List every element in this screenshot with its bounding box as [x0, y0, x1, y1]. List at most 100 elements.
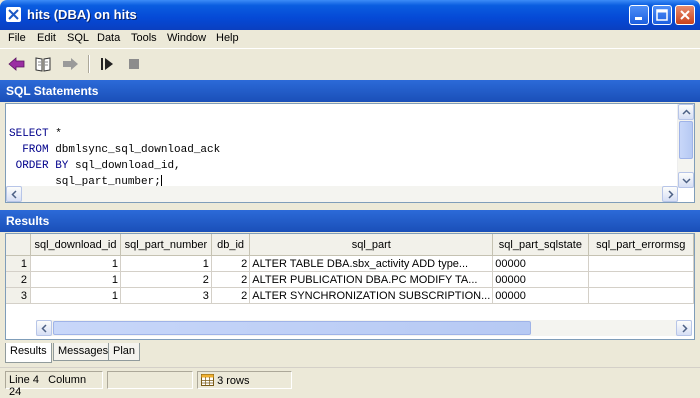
table-cell[interactable]	[588, 271, 694, 288]
chevron-left-icon	[41, 324, 47, 333]
scroll-up-button[interactable]	[678, 104, 694, 120]
column-header[interactable]: sql_download_id	[30, 234, 121, 256]
table-cell[interactable]: 2	[211, 255, 251, 272]
table-cell[interactable]: 1	[120, 255, 212, 272]
table-row[interactable]: 1 1 1 2 ALTER TABLE DBA.sbx_activity ADD…	[6, 255, 694, 272]
window-title: hits (DBA) on hits	[27, 7, 137, 22]
row-count-pane: 3 rows	[197, 371, 292, 389]
cursor-position: Line 4 Column 24	[5, 371, 103, 398]
menu-data[interactable]: Data	[97, 32, 120, 44]
chevron-down-icon	[682, 178, 691, 184]
results-scroll-left-button[interactable]	[36, 320, 52, 336]
minimize-button[interactable]	[629, 5, 649, 25]
menu-window[interactable]: Window	[167, 32, 206, 44]
sql-statements-header: SQL Statements	[0, 80, 700, 102]
table-row[interactable]: 2 1 2 2 ALTER PUBLICATION DBA.PC MODIFY …	[6, 271, 694, 288]
close-button[interactable]	[675, 5, 695, 25]
sql-editor[interactable]: SELECT * FROM dbmlsync_sql_download_ack …	[5, 103, 695, 203]
table-cell[interactable]: 2	[211, 271, 251, 288]
sql-vertical-scrollbar[interactable]	[677, 104, 694, 188]
close-icon	[680, 10, 690, 20]
maximize-button[interactable]	[652, 5, 672, 25]
vertical-scroll-thumb[interactable]	[679, 121, 693, 159]
sql-line-3: ORDER BY sql_download_id,	[9, 160, 181, 172]
table-cell[interactable]: 1	[30, 255, 121, 272]
status-line: Line 4	[9, 374, 39, 386]
results-horizontal-scrollbar[interactable]	[36, 320, 692, 336]
row-number-header	[6, 234, 31, 256]
table-cell[interactable]: 3	[120, 287, 212, 304]
results-title: Results	[6, 214, 50, 228]
toolbar	[0, 48, 700, 79]
menu-bar: File Edit SQL Data Tools Window Help	[0, 30, 700, 48]
row-number[interactable]: 1	[6, 255, 31, 272]
sql-line-2: FROM dbmlsync_sql_download_ack	[9, 144, 220, 156]
menu-sql[interactable]: SQL	[67, 32, 89, 44]
column-header[interactable]: sql_part_sqlstate	[492, 234, 589, 256]
scroll-down-button[interactable]	[678, 172, 694, 188]
table-cell[interactable]: 2	[211, 287, 251, 304]
sql-line-1: SELECT *	[9, 128, 62, 140]
table-cell[interactable]	[588, 255, 694, 272]
title-bar: hits (DBA) on hits	[0, 0, 700, 30]
book-icon[interactable]	[33, 54, 53, 74]
row-number[interactable]: 2	[6, 271, 31, 288]
back-arrow-icon[interactable]	[7, 54, 27, 74]
results-header: Results	[0, 210, 700, 232]
grid-icon	[201, 374, 214, 386]
table-cell[interactable]: 00000	[492, 255, 589, 272]
column-header[interactable]: sql_part	[249, 234, 494, 256]
table-cell[interactable]: 1	[30, 287, 121, 304]
app-icon	[6, 7, 21, 22]
table-cell[interactable]	[588, 287, 694, 304]
column-header[interactable]: sql_part_errormsg	[588, 234, 694, 256]
horizontal-scroll-thumb[interactable]	[53, 321, 531, 335]
sql-statements-title: SQL Statements	[6, 84, 99, 98]
table-cell[interactable]: ALTER SYNCHRONIZATION SUBSCRIPTION...	[249, 287, 494, 304]
sql-text: sql_download_id,	[68, 160, 181, 172]
scroll-left-button[interactable]	[6, 186, 22, 202]
table-cell[interactable]: 2	[120, 271, 212, 288]
stop-icon[interactable]	[124, 54, 144, 74]
results-scroll-right-button[interactable]	[676, 320, 692, 336]
sql-keyword: SELECT	[9, 128, 49, 140]
sql-code[interactable]: SELECT * FROM dbmlsync_sql_download_ack …	[9, 110, 220, 190]
tab-results[interactable]: Results	[5, 343, 52, 363]
chevron-right-icon	[668, 190, 674, 199]
scroll-right-button[interactable]	[662, 186, 678, 202]
menu-help[interactable]: Help	[216, 32, 239, 44]
status-empty-pane	[107, 371, 193, 389]
sql-keyword: FROM	[9, 144, 49, 156]
tab-plan[interactable]: Plan	[108, 343, 141, 361]
sql-text: *	[48, 128, 62, 140]
chevron-left-icon	[11, 190, 17, 199]
chevron-up-icon	[682, 109, 691, 115]
column-header[interactable]: db_id	[211, 234, 251, 256]
forward-arrow-icon[interactable]	[60, 54, 80, 74]
row-count: 3 rows	[217, 375, 250, 387]
minimize-icon	[635, 17, 642, 20]
menu-file[interactable]: File	[8, 32, 26, 44]
table-cell[interactable]: 00000	[492, 271, 589, 288]
sql-horizontal-scrollbar[interactable]	[6, 186, 678, 202]
tab-messages[interactable]: Messages	[53, 343, 114, 361]
sql-text: dbmlsync_sql_download_ack	[48, 144, 221, 156]
table-row[interactable]: 3 1 3 2 ALTER SYNCHRONIZATION SUBSCRIPTI…	[6, 287, 694, 304]
toolbar-separator	[88, 55, 90, 73]
table-cell[interactable]: 00000	[492, 287, 589, 304]
status-bar: Line 4 Column 24 3 rows	[0, 367, 700, 398]
menu-edit[interactable]: Edit	[37, 32, 56, 44]
menu-tools[interactable]: Tools	[131, 32, 157, 44]
chevron-right-icon	[682, 324, 688, 333]
column-header[interactable]: sql_part_number	[120, 234, 212, 256]
table-cell[interactable]: ALTER TABLE DBA.sbx_activity ADD type...	[249, 255, 494, 272]
table-cell[interactable]: 1	[30, 271, 121, 288]
maximize-icon	[656, 9, 668, 21]
sql-keyword: ORDER BY	[9, 160, 69, 172]
execute-icon[interactable]	[97, 54, 117, 74]
results-table: sql_download_id sql_part_number db_id sq…	[6, 234, 694, 304]
table-cell[interactable]: ALTER PUBLICATION DBA.PC MODIFY TA...	[249, 271, 494, 288]
table-header-row: sql_download_id sql_part_number db_id sq…	[6, 234, 694, 256]
row-number[interactable]: 3	[6, 287, 31, 304]
results-grid[interactable]: sql_download_id sql_part_number db_id sq…	[5, 233, 695, 340]
